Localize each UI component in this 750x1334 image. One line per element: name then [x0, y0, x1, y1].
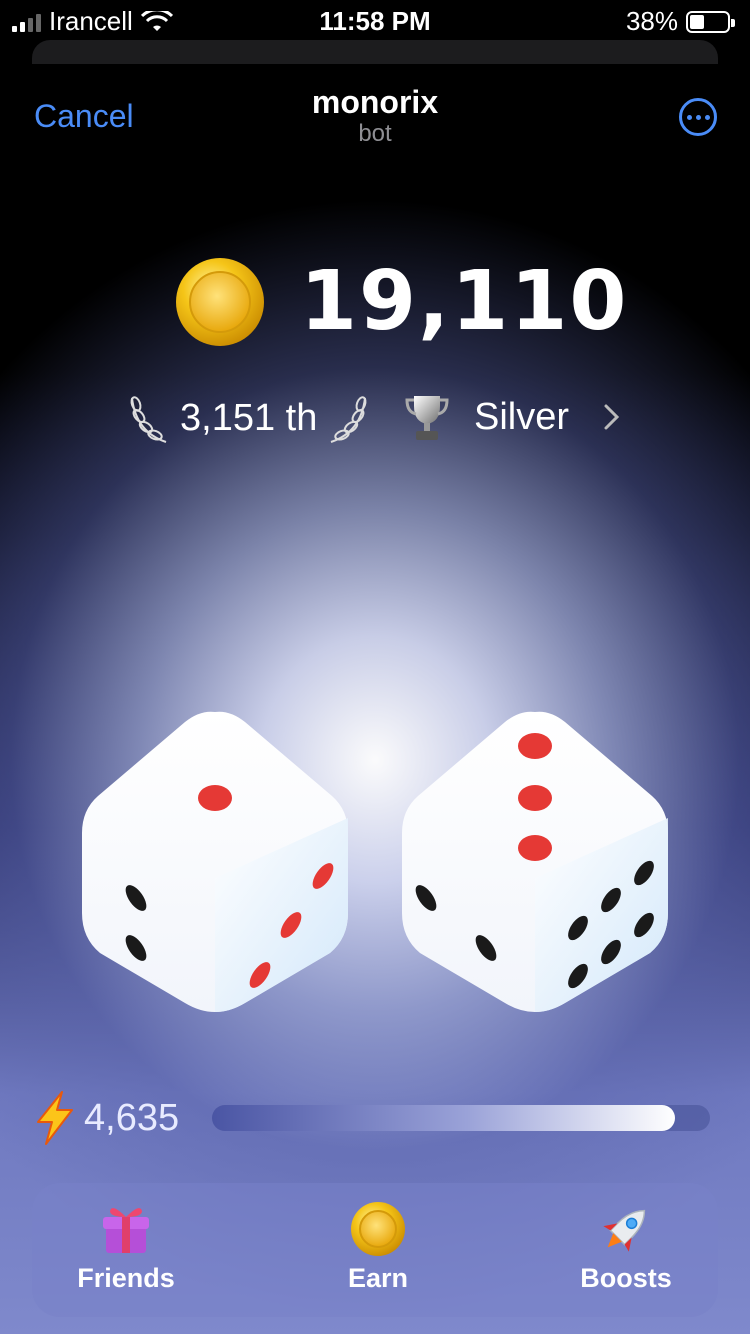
- dice-left[interactable]: [80, 708, 350, 1013]
- dice-pip: [518, 733, 552, 759]
- dice-pip: [518, 835, 552, 861]
- nav-earn[interactable]: Earn: [278, 1183, 478, 1317]
- nav-earn-label: Earn: [347, 1263, 409, 1293]
- battery-icon: [686, 10, 735, 33]
- coin-icon: [176, 258, 264, 346]
- coin-balance: 19,110: [300, 254, 629, 349]
- energy-value: 4,635: [84, 1096, 180, 1139]
- more-dot-icon: [686, 114, 692, 120]
- page-title: monorix: [311, 84, 439, 120]
- nav-friends[interactable]: Friends: [26, 1183, 226, 1317]
- dice-pip: [198, 785, 232, 811]
- coin-icon: [351, 1202, 405, 1256]
- battery-percent: 38%: [625, 6, 678, 36]
- status-bar: Irancell 11:58 PM 38%: [0, 0, 750, 40]
- chevron-right-icon: [604, 404, 620, 430]
- rank-position: 3,151 th: [180, 396, 318, 439]
- nav-boosts-label: Boosts: [580, 1263, 672, 1293]
- leaderboard-rank: 3,151 th: [122, 388, 375, 448]
- laurel-right-icon: [331, 396, 367, 443]
- sheet-top-edge: [32, 40, 718, 64]
- more-options-button[interactable]: [679, 98, 717, 136]
- league-button[interactable]: Silver: [404, 392, 621, 442]
- lightning-icon: [37, 1091, 73, 1145]
- bottom-nav: Friends Earn Boosts: [32, 1183, 718, 1317]
- nav-friends-label: Friends: [77, 1263, 175, 1293]
- energy-progress-bar: [212, 1105, 710, 1131]
- energy-indicator: 4,635: [32, 1090, 179, 1146]
- rocket-icon: [603, 1209, 646, 1252]
- league-name: Silver: [474, 395, 570, 438]
- page-subtitle: bot: [358, 120, 392, 147]
- laurel-left-icon: [130, 396, 167, 443]
- gift-icon: [103, 1208, 149, 1253]
- energy-progress-fill: [212, 1105, 676, 1131]
- trophy-icon: [405, 396, 449, 440]
- dice-pip: [518, 785, 552, 811]
- nav-boosts[interactable]: Boosts: [526, 1183, 726, 1317]
- dice-right[interactable]: [400, 708, 670, 1013]
